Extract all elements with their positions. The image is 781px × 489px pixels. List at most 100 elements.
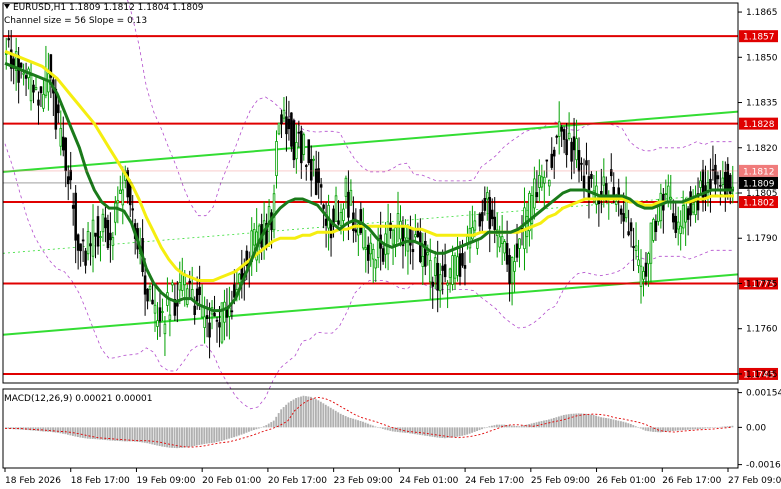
macd-bar	[265, 425, 268, 428]
macd-bar	[235, 427, 238, 437]
macd-bar	[510, 425, 513, 428]
candle-body	[490, 209, 494, 220]
candle-body	[332, 208, 335, 224]
macd-bar	[176, 427, 178, 449]
macd-bar	[347, 417, 350, 428]
macd-bar	[612, 419, 615, 428]
candle-body	[213, 312, 216, 317]
candle-body	[419, 232, 422, 262]
candle-body	[39, 86, 43, 94]
macd-bar	[205, 427, 208, 444]
candle-body	[282, 109, 286, 119]
macd-bar	[362, 421, 364, 428]
macd-bar	[178, 427, 181, 448]
candle-body	[114, 202, 117, 223]
candle-body	[701, 169, 705, 202]
candle-body	[44, 68, 48, 96]
macd-bar	[632, 425, 635, 428]
main-price-pane[interactable]: 1.1857 1.1828 1.1802 1.1775 1.1745 1.1812 1.18…	[2, 0, 778, 410]
macd-bar	[193, 427, 196, 447]
candle-body	[679, 225, 682, 234]
macd-bar	[195, 427, 198, 446]
candle-body	[99, 236, 102, 238]
macd-bar	[622, 421, 625, 428]
macd-bar	[374, 426, 377, 428]
macd-bar	[190, 427, 193, 447]
macd-bar	[476, 427, 478, 431]
candle-body	[721, 177, 725, 185]
y-tick-label: 1.1850	[746, 53, 778, 63]
macd-bar	[724, 426, 726, 428]
macd-bar	[508, 425, 511, 428]
macd-bar	[66, 427, 69, 435]
macd-bar	[352, 418, 355, 428]
symbol-info: EURUSD,H1 1.1809 1.1812 1.1804 1.1809	[13, 3, 204, 13]
macd-bar	[126, 427, 129, 442]
candle-body	[312, 158, 315, 161]
macd-bar	[483, 427, 486, 429]
macd-bar	[215, 427, 218, 443]
candle-body	[193, 305, 196, 315]
candle-body	[513, 261, 516, 272]
candle-body	[59, 127, 63, 147]
macd-bar	[76, 427, 79, 438]
macd-bar	[493, 425, 496, 428]
candle-body	[272, 193, 276, 231]
macd-bar	[327, 406, 330, 428]
macd-bar	[210, 427, 213, 444]
macd-bar	[721, 426, 724, 428]
x-tick-label: 27 Feb 09:00	[728, 476, 781, 486]
candle-body	[461, 253, 464, 266]
macd-bar	[644, 427, 647, 431]
candle-body	[128, 182, 132, 206]
candle-body	[369, 242, 373, 255]
candle-body	[463, 265, 467, 269]
candle-body	[158, 307, 162, 322]
macd-bar	[438, 427, 441, 438]
candle-body	[76, 234, 80, 251]
candle-body	[649, 222, 653, 264]
candle-body	[714, 164, 717, 185]
candle-body	[79, 243, 82, 252]
macd-bar	[386, 427, 389, 431]
macd-bar	[495, 424, 498, 428]
macd-bar	[426, 427, 429, 437]
candle-body	[488, 197, 492, 229]
candle-body	[168, 314, 172, 321]
macd-bar	[54, 427, 57, 433]
macd-bar	[220, 427, 223, 441]
macd-bar	[250, 427, 253, 431]
macd-bar	[719, 426, 721, 428]
macd-bar	[369, 424, 372, 428]
macd-bar	[674, 427, 677, 431]
candle-body	[654, 220, 658, 233]
macd-bar	[424, 427, 426, 436]
candle-body	[81, 239, 85, 242]
ma-fast-line	[4, 61, 734, 313]
macd-bar	[471, 427, 474, 433]
macd-bar	[572, 413, 575, 428]
candle-body	[305, 165, 308, 167]
macd-bar	[243, 427, 245, 434]
candle-body	[334, 195, 338, 222]
macd-bar	[260, 427, 263, 428]
candle-body	[577, 150, 581, 172]
macd-bar	[39, 427, 42, 432]
candle-body	[111, 237, 115, 246]
macd-bar	[136, 427, 139, 442]
candle-body	[32, 84, 35, 93]
macd-bar	[562, 414, 565, 428]
candle-body	[106, 220, 110, 249]
candle-body	[518, 238, 521, 249]
candle-body	[386, 226, 390, 255]
candle-body	[86, 230, 90, 255]
macd-bar	[587, 414, 590, 428]
candle-body	[319, 184, 323, 188]
candle-body	[195, 288, 199, 302]
macd-bar	[106, 427, 109, 441]
candle-body	[448, 268, 452, 278]
macd-bar	[312, 398, 315, 428]
price-chart[interactable]: 1.1857 1.1828 1.1802 1.1775 1.1745 1.1812 1.18…	[0, 0, 781, 489]
macd-bar	[456, 427, 459, 437]
macd-bar	[297, 397, 300, 428]
